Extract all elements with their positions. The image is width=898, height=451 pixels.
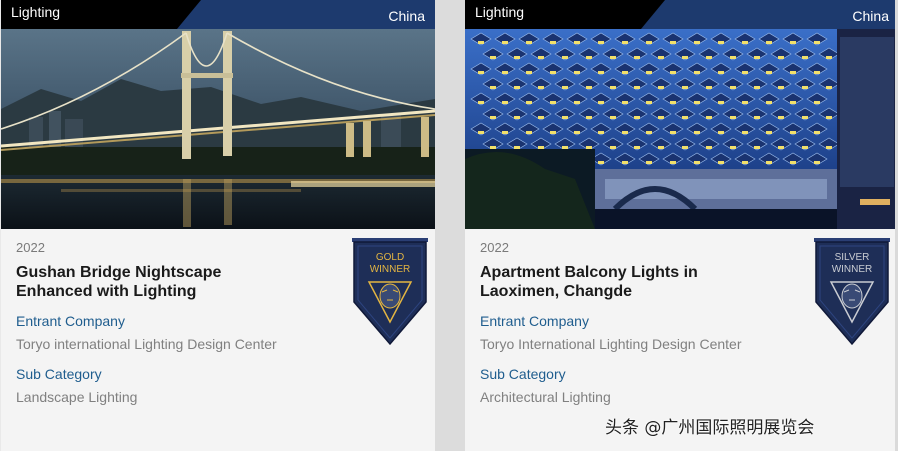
country-label: China bbox=[852, 8, 889, 24]
project-year: 2022 bbox=[16, 240, 45, 255]
country-label: China bbox=[388, 8, 425, 24]
category-label: Lighting bbox=[475, 4, 525, 20]
sub-category-label: Sub Category bbox=[16, 366, 102, 382]
entrant-company-label: Entrant Company bbox=[480, 313, 589, 329]
category-label: Lighting bbox=[11, 4, 61, 20]
project-year: 2022 bbox=[480, 240, 509, 255]
sub-category-label: Sub Category bbox=[480, 366, 566, 382]
project-title[interactable]: Gushan Bridge Nightscape Enhanced with L… bbox=[16, 263, 281, 301]
badge-line2: WINNER bbox=[370, 264, 411, 275]
card-gutter bbox=[435, 0, 465, 451]
project-image[interactable] bbox=[1, 29, 435, 229]
card-header: Lighting China bbox=[465, 0, 898, 29]
badge-line2: WINNER bbox=[832, 264, 873, 275]
silver-winner-badge: SILVER WINNER bbox=[813, 238, 891, 346]
project-title[interactable]: Apartment Balcony Lights in Laoximen, Ch… bbox=[480, 263, 745, 301]
entrant-company-value: Toryo International Lighting Design Cent… bbox=[480, 336, 742, 352]
badge-line1: SILVER bbox=[835, 252, 870, 263]
project-image[interactable] bbox=[465, 29, 898, 229]
project-card[interactable]: Lighting China 2022 Apartment Balcony Li… bbox=[465, 0, 898, 451]
watermark-text: 头条 @广州国际照明展览会 bbox=[605, 418, 815, 438]
sub-category-value: Architectural Lighting bbox=[480, 389, 611, 405]
card-header: Lighting China bbox=[1, 0, 435, 29]
gold-winner-badge: GOLD WINNER bbox=[351, 238, 429, 346]
entrant-company-label: Entrant Company bbox=[16, 313, 125, 329]
sub-category-value: Landscape Lighting bbox=[16, 389, 138, 405]
project-card[interactable]: Lighting China 2022 Gushan Bridge Nights… bbox=[1, 0, 435, 451]
badge-line1: GOLD bbox=[376, 252, 404, 263]
entrant-company-value: Toryo international Lighting Design Cent… bbox=[16, 336, 277, 352]
